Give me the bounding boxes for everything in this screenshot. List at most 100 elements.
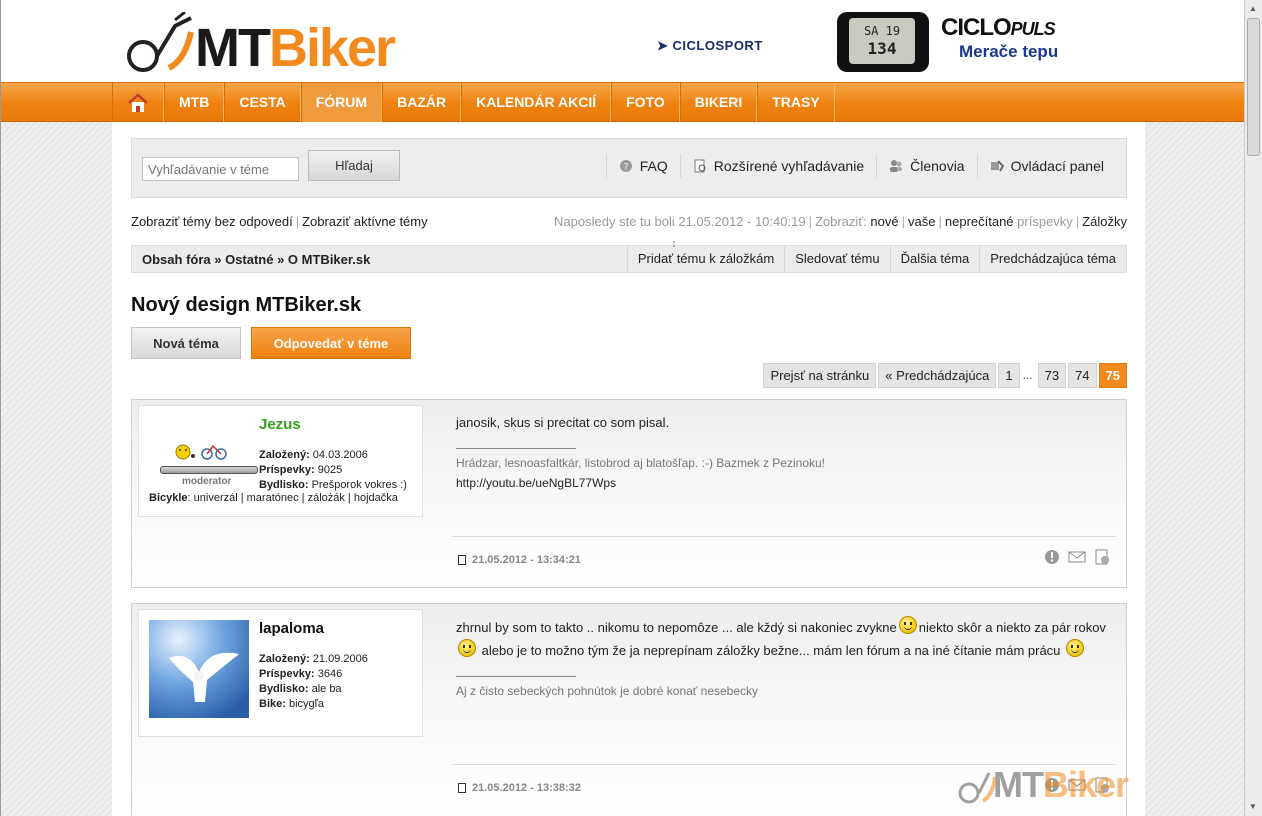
nav-home[interactable] xyxy=(112,83,164,122)
scroll-up-arrow-icon[interactable]: ▲ xyxy=(1249,4,1257,14)
control-panel-link[interactable]: Ovládací panel xyxy=(976,154,1116,178)
watch-line-1: SA 19 xyxy=(863,24,901,38)
report-icon[interactable] xyxy=(1044,549,1060,565)
faq-link[interactable]: ? FAQ xyxy=(605,154,680,178)
post-count: 9025 xyxy=(317,464,343,476)
nav-foto[interactable]: FOTO xyxy=(611,83,680,122)
last-visit-info: Naposledy ste tu boli 21.05.2012 - 10:40… xyxy=(554,214,1127,229)
members-link[interactable]: Členovia xyxy=(876,154,976,178)
moderator-rank-bar xyxy=(160,466,258,474)
goto-page-button[interactable]: Prejsť na stránku xyxy=(763,363,877,388)
post-content: zhrnul by som to takto .. nikomu to nepo… xyxy=(456,616,1116,701)
reply-button[interactable]: Odpovedať v téme xyxy=(251,327,411,359)
main-navigation: MTB CESTA FÓRUM BAZÁR KALENDÁR AKCIÍ FOT… xyxy=(1,82,1244,122)
smile-emoticon-icon xyxy=(898,616,917,634)
nav-mtb[interactable]: MTB xyxy=(164,83,225,122)
nav-cesta[interactable]: CESTA xyxy=(224,83,301,122)
scrollbar-thumb[interactable] xyxy=(1247,18,1260,156)
topic-title: Nový design MTBiker.sk xyxy=(131,294,362,316)
nav-trasy[interactable]: TRASY xyxy=(757,83,835,122)
nav-kalendar-akcii[interactable]: KALENDÁR AKCIÍ xyxy=(461,83,612,122)
forum-content: Hľadaj ? FAQ Rozšírené vyhľadávanie Člen… xyxy=(112,122,1145,816)
nav-bazar[interactable]: BAZÁR xyxy=(382,83,462,122)
joined-label: Založený: xyxy=(259,653,310,665)
browser-viewport: MTBiker ➤ CICLOSPORT SA 19 134 CICLOPULS… xyxy=(0,0,1244,816)
new-posts-link[interactable]: nové xyxy=(870,214,898,229)
ad-banner[interactable]: ➤ CICLOSPORT SA 19 134 CICLOPULS Merače … xyxy=(655,10,1105,74)
unread-posts-link[interactable]: neprečítané xyxy=(945,214,1014,229)
page-73[interactable]: 73 xyxy=(1037,363,1067,388)
previous-page-button[interactable]: « Predchádzajúca xyxy=(878,363,997,388)
search-button[interactable]: Hľadaj xyxy=(308,150,400,181)
post-author-profile: lapaloma Založený: 21.09.2006 Príspevky:… xyxy=(138,609,423,737)
svg-text:?: ? xyxy=(623,163,628,173)
bike-rider-logo-icon xyxy=(127,12,194,72)
watch-topic-link[interactable]: Sledovať tému xyxy=(784,246,889,272)
post-document-icon xyxy=(458,783,466,793)
smile-emoticon-icon xyxy=(458,639,476,657)
site-logo[interactable]: MTBiker xyxy=(125,12,505,76)
bicycles-row: Bicykle: univerzál | maratónec | zálożák… xyxy=(149,492,398,504)
ad-brand: CICLOPULS xyxy=(941,14,1056,42)
author-details: Založený: 21.09.2006 Príspevky: 3646 Byd… xyxy=(259,652,368,712)
show-label: Zobraziť: xyxy=(814,214,867,229)
faq-label: FAQ xyxy=(639,158,668,174)
watermark-bike-icon xyxy=(958,772,997,804)
ad-tagline: Merače tepu xyxy=(959,42,1059,61)
nav-bikeri[interactable]: BIKERI xyxy=(679,83,758,122)
document-search-icon xyxy=(694,159,706,173)
post-text-part-3: alebo je to možno tým že ja neprepínam z… xyxy=(481,643,1061,658)
next-topic-link[interactable]: Ďalšia téma xyxy=(889,246,980,272)
vertical-scrollbar[interactable]: ▲ ▼ xyxy=(1244,0,1262,816)
ad-ciclosport-logo: ➤ CICLOSPORT xyxy=(657,38,763,53)
signature-divider xyxy=(456,676,576,677)
page-ellipsis: ... xyxy=(1022,368,1033,382)
breadcrumb[interactable]: Obsah fóra » Ostatné » O MTBiker.sk xyxy=(142,252,370,267)
post-actions xyxy=(1044,549,1110,565)
logo-biker: Biker xyxy=(268,18,396,78)
page-74[interactable]: 74 xyxy=(1068,363,1097,388)
your-posts-link[interactable]: vaše xyxy=(908,214,935,229)
watermark-mt: MT xyxy=(993,764,1044,805)
avatar xyxy=(149,620,249,720)
post-date-text: 21.05.2012 - 13:34:21 xyxy=(472,554,581,566)
unanswered-topics-link[interactable]: Zobraziť témy bez odpovedí xyxy=(131,214,293,229)
post-content: janosik, skus si precitat co som pisal. … xyxy=(456,412,1116,493)
scroll-down-arrow-icon[interactable]: ▼ xyxy=(1249,802,1257,812)
members-icon xyxy=(890,160,903,172)
signature-text: Hrádzar, lesnoasfaltkár, listobrod aj bl… xyxy=(456,456,826,470)
bike-value: bicygľa xyxy=(288,698,324,710)
post-count-label: Príspevky: xyxy=(259,464,315,476)
home-icon xyxy=(128,92,148,112)
email-icon[interactable] xyxy=(1068,549,1086,565)
ad-ciclosport-text: CICLOSPORT xyxy=(672,38,763,53)
ad-brand-ciclo: CICLO xyxy=(941,14,1012,41)
new-topic-button[interactable]: Nová téma xyxy=(131,327,241,359)
bicycles-value: : univerzál | maratónec | zálożák | hojd… xyxy=(187,492,398,504)
forum-toolbar: Hľadaj ? FAQ Rozšírené vyhľadávanie Člen… xyxy=(131,138,1127,198)
previous-topic-link[interactable]: Predchádzajúca téma xyxy=(979,246,1126,272)
logo-mt: MT xyxy=(195,18,271,78)
joined-date: 21.09.2006 xyxy=(312,653,368,665)
location: ale ba xyxy=(311,683,342,695)
post-username[interactable]: lapaloma xyxy=(259,620,324,637)
rank-label: moderator xyxy=(182,476,232,487)
nav-forum[interactable]: FÓRUM xyxy=(300,83,383,122)
bookmarks-link[interactable]: Záložky xyxy=(1082,214,1127,229)
topic-search-input[interactable] xyxy=(142,157,299,181)
advanced-search-link[interactable]: Rozšírené vyhľadávanie xyxy=(679,154,876,178)
location-label: Bydlisko: xyxy=(259,479,309,491)
author-details: Založený: 04.03.2006 Príspevky: 9025 Byd… xyxy=(259,448,407,493)
signature-link[interactable]: http://youtu.be/ueNgBL77Wps xyxy=(456,473,1116,493)
control-panel-label: Ovládací panel xyxy=(1010,158,1104,174)
page-1[interactable]: 1 xyxy=(998,363,1020,388)
logo-wordmark: MTBiker xyxy=(195,18,396,78)
post-date: 21.05.2012 - 13:38:32 xyxy=(458,782,581,794)
post-text: zhrnul by som to takto .. nikomu to nepo… xyxy=(456,616,1116,662)
add-bookmark-link[interactable]: Pridať tému k záložkám xyxy=(626,246,784,272)
active-topics-link[interactable]: Zobraziť aktívne témy xyxy=(302,214,428,229)
post-username[interactable]: Jezus xyxy=(259,416,301,433)
post: moderator Jezus Založený: 04.03.2006 Prí… xyxy=(131,399,1127,588)
quote-icon[interactable] xyxy=(1094,549,1110,565)
watermark-logo: MTBiker xyxy=(957,765,1244,805)
